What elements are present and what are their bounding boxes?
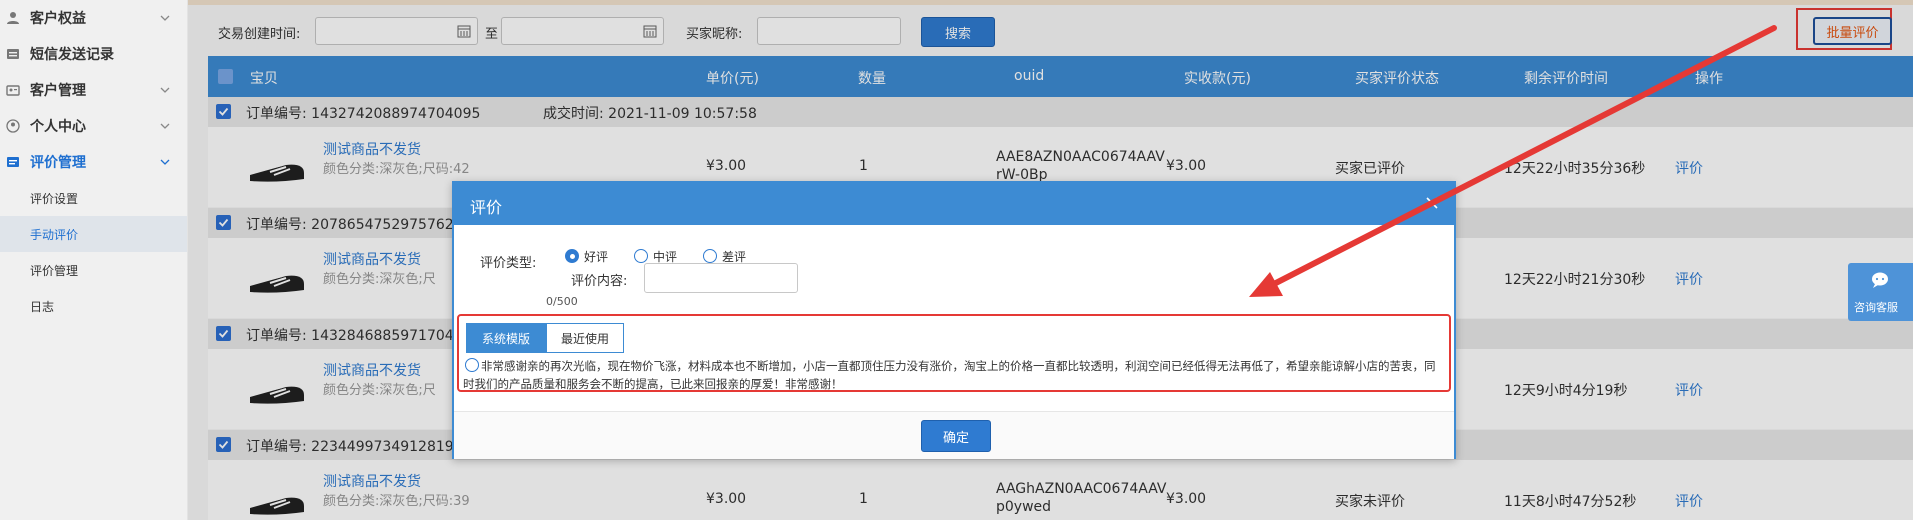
sidebar-item-sms-records[interactable]: 短信发送记录 xyxy=(0,36,187,72)
radio-neutral-review[interactable] xyxy=(634,249,648,263)
sidebar-sub-item-manual-review[interactable]: 手动评价 xyxy=(0,216,187,252)
radio-good-review-label: 好评 xyxy=(584,250,609,264)
template-panel: 系统模版 最近使用 非常感谢亲的再次光临，现在物价飞涨，材料成本也不断增加，小店… xyxy=(457,314,1451,392)
modal-title: 评价 xyxy=(470,198,503,217)
document-icon xyxy=(6,155,20,169)
sidebar-sub-item-log[interactable]: 日志 xyxy=(0,288,187,324)
sidebar-item-label: 个人中心 xyxy=(30,119,86,135)
review-content-input[interactable] xyxy=(644,263,798,293)
sidebar-sub-item-review-settings[interactable]: 评价设置 xyxy=(0,180,187,216)
sidebar-item-personal-center[interactable]: 个人中心 xyxy=(0,108,187,144)
sidebar-sub-item-review-list[interactable]: 评价管理 xyxy=(0,252,187,288)
consult-service-button[interactable]: 咨询客服 xyxy=(1848,263,1913,321)
modal-header: 评价 xyxy=(454,183,1454,225)
review-type-label: 评价类型: xyxy=(480,256,537,271)
sidebar-sub-item-label: 评价设置 xyxy=(30,191,79,206)
consult-label: 咨询客服 xyxy=(1854,301,1898,314)
radio-good-review[interactable] xyxy=(565,249,579,263)
sidebar-item-customer-rights[interactable]: 客户权益 xyxy=(0,0,187,36)
message-icon xyxy=(6,47,20,61)
close-icon[interactable] xyxy=(1424,195,1440,211)
sidebar-item-label: 客户权益 xyxy=(30,11,86,27)
sidebar-sub-item-label: 手动评价 xyxy=(30,227,79,242)
review-content-label: 评价内容: xyxy=(571,274,628,289)
sidebar-sub-item-label: 日志 xyxy=(30,299,55,314)
tab-system-template[interactable]: 系统模版 xyxy=(466,323,546,353)
char-counter: 0/500 xyxy=(546,295,578,308)
review-modal: 评价 评价类型: 好评 中评 差评 评价内容: 0/500 系统模版 最近使用 … xyxy=(452,181,1456,459)
radio-bad-review[interactable] xyxy=(703,249,717,263)
sidebar-item-review-management[interactable]: 评价管理 xyxy=(0,144,187,180)
person-icon xyxy=(6,119,20,133)
id-card-icon xyxy=(6,83,20,97)
tab-recently-used[interactable]: 最近使用 xyxy=(546,323,624,353)
confirm-button[interactable]: 确定 xyxy=(921,420,991,452)
sidebar-sub-item-label: 评价管理 xyxy=(30,263,79,278)
template-text[interactable]: 非常感谢亲的再次光临，现在物价飞涨，材料成本也不断增加，小店一直都顶住压力没有涨… xyxy=(463,357,1443,393)
chat-bubble-icon xyxy=(1872,272,1888,288)
sidebar-item-label: 评价管理 xyxy=(30,155,86,171)
user-shield-icon xyxy=(6,11,20,25)
chevron-down-icon xyxy=(160,87,170,93)
modal-footer: 确定 xyxy=(454,411,1454,459)
chevron-down-icon xyxy=(160,159,170,165)
sidebar-item-label: 短信发送记录 xyxy=(30,47,114,63)
chevron-down-icon xyxy=(160,15,170,21)
sidebar-item-label: 客户管理 xyxy=(30,83,86,99)
chevron-down-icon xyxy=(160,123,170,129)
sidebar: 客户权益 短信发送记录 客户管理 个人中心 评价管理 评价设置 手动评价 评价管… xyxy=(0,0,188,520)
sidebar-item-customer-management[interactable]: 客户管理 xyxy=(0,72,187,108)
